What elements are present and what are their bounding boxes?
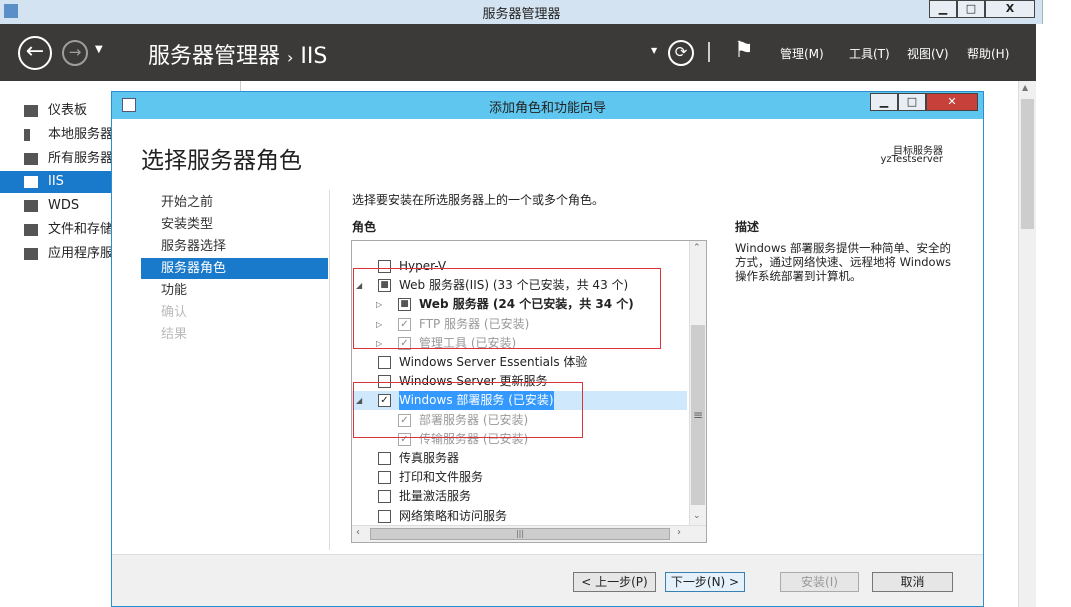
nav-features[interactable]: 功能: [141, 280, 328, 301]
role-item[interactable]: Windows Server Essentials 体验: [352, 353, 687, 372]
menu-manage[interactable]: 管理(M): [780, 45, 824, 62]
divider: [329, 190, 330, 550]
menu-view[interactable]: 视图(V): [907, 45, 949, 62]
sidebar-item-app-server[interactable]: 应用程序服务器: [0, 243, 112, 265]
install-button: 安装(I): [780, 572, 859, 592]
back-icon[interactable]: ←: [18, 36, 52, 70]
sidebar-label: 文件和存储服务: [48, 222, 112, 237]
sidebar-item-all-servers[interactable]: 所有服务器: [0, 148, 112, 170]
sidebar-label: WDS: [48, 198, 80, 213]
roles-horizontal-scrollbar[interactable]: ‹ ||| ›: [352, 525, 706, 542]
nav-confirmation: 确认: [161, 305, 188, 320]
scroll-up-icon[interactable]: ▲: [1022, 83, 1028, 92]
dialog-close-button[interactable]: ✕: [926, 93, 978, 111]
description-text: Windows 部署服务提供一种简单、安全的方式，通过网络快速、远程地将 Win…: [735, 241, 951, 283]
sidebar-label: IIS: [48, 174, 64, 189]
scroll-left-icon[interactable]: ‹: [356, 527, 360, 538]
role-checkbox[interactable]: [378, 490, 391, 504]
role-item[interactable]: 网络策略和访问服务: [352, 507, 687, 526]
dashboard-icon: [24, 105, 38, 117]
sidebar-item-wds[interactable]: WDS: [0, 195, 112, 217]
sidebar-item-file-storage[interactable]: 文件和存储服务: [0, 219, 112, 241]
next-button[interactable]: 下一步(N) >: [665, 572, 745, 592]
role-checkbox[interactable]: [378, 452, 391, 465]
breadcrumb-current: IIS: [300, 44, 328, 69]
role-label: 打印和文件服务: [399, 470, 484, 485]
cancel-button[interactable]: 取消: [872, 572, 953, 592]
maximize-button[interactable]: □: [957, 0, 985, 18]
refresh-icon[interactable]: ⟳: [668, 40, 694, 66]
sidebar: 仪表板 本地服务器 所有服务器 IIS WDS 文件和存储服务 应用程序服务器: [0, 81, 112, 607]
instruction-text: 选择要安装在所选服务器上的一个或多个角色。: [352, 193, 605, 207]
role-checkbox[interactable]: [378, 509, 391, 523]
sidebar-label: 本地服务器: [48, 127, 112, 142]
sidebar-item-iis[interactable]: IIS: [0, 171, 112, 193]
role-label: 批量激活服务: [399, 489, 472, 504]
highlight-box-iis: [353, 268, 661, 349]
divider: [708, 42, 710, 62]
description-label: 描述: [735, 220, 760, 234]
header-bar: ← → ▼ 服务器管理器 › IIS ▼ ⟳ ⚑ 管理(M) 工具(T) 视图(…: [0, 24, 1036, 81]
sidebar-item-local-server[interactable]: 本地服务器: [0, 124, 112, 146]
file-storage-icon: [24, 224, 38, 236]
nav-server-selection[interactable]: 服务器选择: [141, 236, 328, 257]
server-icon: [24, 129, 30, 141]
scroll-thumb[interactable]: ≡: [691, 325, 705, 505]
role-checkbox[interactable]: [378, 356, 391, 369]
role-item[interactable]: 打印和文件服务: [352, 468, 687, 487]
nav-server-roles[interactable]: 服务器角色: [141, 258, 328, 279]
dialog-titlebar: 添加角色和功能向导 ▁ □ ✕: [112, 92, 983, 119]
role-label: Windows Server Essentials 体验: [399, 355, 588, 369]
role-item[interactable]: 传真服务器: [352, 449, 687, 468]
breadcrumb-root[interactable]: 服务器管理器: [148, 44, 280, 69]
breadcrumb: 服务器管理器 › IIS: [148, 38, 327, 70]
roles-tree[interactable]: Hyper-V ◢ ■ Web 服务器(IIS) (33 个已安装，共 43 个) ▷ ■…: [351, 240, 707, 543]
scroll-thumb[interactable]: [1021, 99, 1034, 229]
app-server-icon: [24, 248, 38, 260]
scroll-thumb[interactable]: |||: [370, 528, 670, 540]
nav-results: 结果: [161, 327, 188, 342]
dialog-minimize-button[interactable]: ▁: [870, 93, 898, 111]
window-title: 服务器管理器: [482, 7, 561, 22]
breadcrumb-separator: ›: [287, 48, 294, 67]
sidebar-label: 所有服务器: [48, 151, 112, 166]
target-server-value: yzTestserver: [880, 154, 943, 165]
highlight-box-wds: [353, 382, 583, 438]
menu-tools[interactable]: 工具(T): [849, 45, 890, 62]
history-dropdown-icon[interactable]: ▼: [95, 44, 103, 55]
role-checkbox[interactable]: [378, 471, 391, 485]
main-scrollbar[interactable]: ▲: [1018, 81, 1036, 607]
roles-vertical-scrollbar[interactable]: ⌃ ≡ ⌄: [689, 241, 706, 526]
sidebar-label: 仪表板: [48, 103, 88, 118]
menu-help[interactable]: 帮助(H): [967, 45, 1009, 62]
nav-before-you-begin[interactable]: 开始之前: [141, 192, 328, 213]
scroll-up-icon[interactable]: ⌃: [693, 243, 701, 253]
servers-icon: [24, 153, 38, 165]
role-label: 传真服务器: [399, 451, 460, 465]
notifications-flag-icon[interactable]: ⚑: [734, 38, 754, 63]
nav-installation-type[interactable]: 安装类型: [141, 214, 328, 235]
close-button[interactable]: X: [985, 0, 1035, 18]
role-item[interactable]: 批量激活服务: [352, 487, 687, 506]
sidebar-item-dashboard[interactable]: 仪表板: [0, 100, 112, 122]
add-roles-wizard-dialog: 添加角色和功能向导 ▁ □ ✕ 选择服务器角色 目标服务器 yzTestserv…: [111, 91, 984, 607]
iis-icon: [24, 176, 38, 188]
scroll-right-icon[interactable]: ›: [677, 527, 681, 538]
wds-icon: [24, 200, 38, 212]
sidebar-label: 应用程序服务器: [48, 246, 112, 261]
scroll-down-icon[interactable]: ⌄: [693, 511, 701, 521]
forward-icon[interactable]: →: [62, 40, 88, 66]
dialog-title: 添加角色和功能向导: [488, 101, 606, 116]
window-titlebar: 服务器管理器 ▁ □ X: [0, 0, 1043, 24]
minimize-button[interactable]: ▁: [929, 0, 957, 18]
role-label: 网络策略和访问服务: [399, 508, 508, 523]
page-title: 选择服务器角色: [141, 148, 302, 174]
dialog-maximize-button[interactable]: □: [898, 93, 926, 111]
refresh-dropdown-icon[interactable]: ▼: [651, 46, 657, 55]
previous-button[interactable]: < 上一步(P): [573, 572, 656, 592]
dialog-footer: < 上一步(P) 下一步(N) > 安装(I) 取消: [112, 554, 983, 606]
roles-label: 角色: [352, 220, 377, 234]
